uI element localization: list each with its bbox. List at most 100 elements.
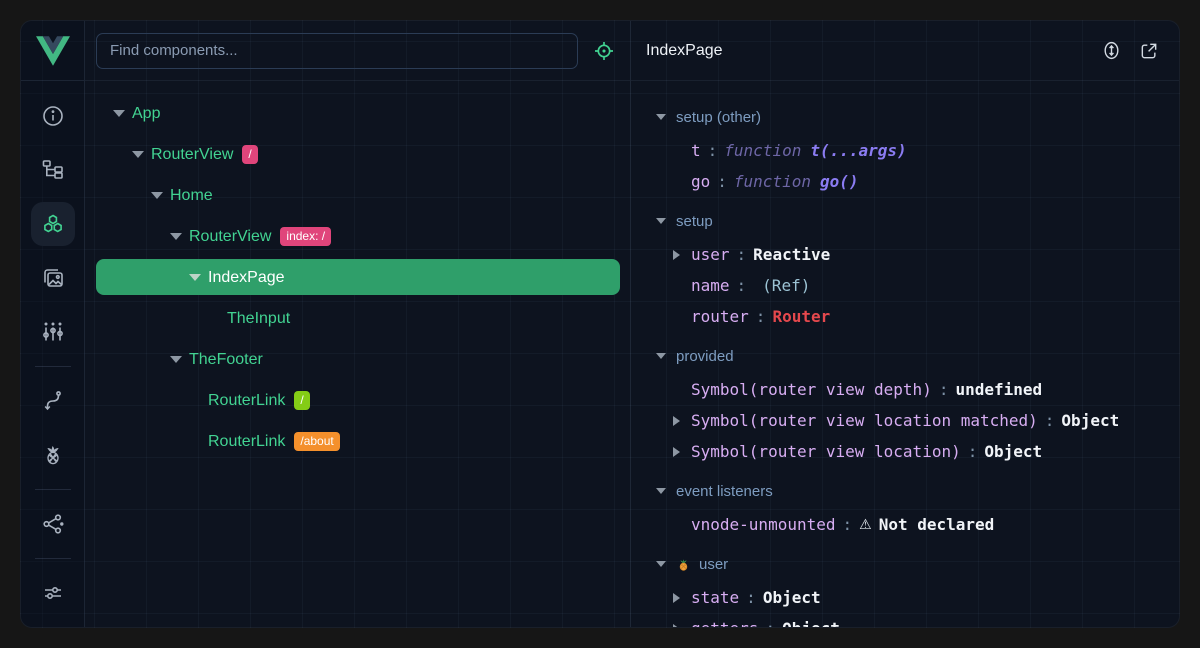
- open-in-editor-icon[interactable]: [1138, 40, 1160, 62]
- tree-node-home[interactable]: Home: [85, 175, 630, 216]
- pinia-icon[interactable]: [31, 433, 75, 477]
- prop-value: Object: [782, 619, 840, 627]
- expand-arrow-icon[interactable]: [673, 593, 680, 603]
- prop-key: t: [691, 141, 701, 160]
- expander[interactable]: [673, 447, 691, 457]
- collapse-arrow-icon[interactable]: [132, 151, 144, 158]
- graph-icon[interactable]: [31, 502, 75, 546]
- prop-value: (Ref): [762, 276, 810, 295]
- route-badge: /: [242, 145, 257, 164]
- state-rows: setup (other) t : function t(...args) go…: [631, 81, 1179, 627]
- tree-node-routerlink-root[interactable]: RouterLink /: [85, 380, 630, 421]
- inspector-header: IndexPage: [631, 21, 1179, 81]
- prop-value: Object: [984, 442, 1042, 461]
- collapse-arrow-icon[interactable]: [656, 488, 666, 494]
- tree-node-label: Home: [170, 187, 213, 205]
- tree-node-thefooter[interactable]: TheFooter: [85, 339, 630, 380]
- expander[interactable]: [673, 250, 691, 260]
- prop-row-state[interactable]: state : Object: [631, 582, 1179, 613]
- colon: :: [717, 172, 727, 191]
- info-icon[interactable]: [31, 94, 75, 138]
- prop-key: router: [691, 307, 749, 326]
- vue-logo: [21, 21, 84, 81]
- expand-arrow-icon[interactable]: [673, 416, 680, 426]
- section-label: user: [699, 556, 728, 573]
- function-signature: go(): [820, 172, 859, 191]
- prop-value: Not declared: [879, 515, 995, 534]
- colon: :: [939, 380, 949, 399]
- prop-row-go: go : function go(): [631, 166, 1179, 197]
- sidebar-divider: [35, 366, 71, 367]
- search-input[interactable]: [96, 33, 578, 69]
- scroll-to-component-icon[interactable]: [1100, 40, 1122, 62]
- route-badge: index: /: [280, 227, 331, 246]
- prop-row-getters[interactable]: getters : Object: [631, 613, 1179, 627]
- collapse-arrow-icon[interactable]: [656, 561, 666, 567]
- tree-node-routerlink-about[interactable]: RouterLink /about: [85, 421, 630, 462]
- prop-value: Object: [1061, 411, 1119, 430]
- tree-node-label: TheFooter: [189, 351, 263, 369]
- colon: :: [843, 515, 853, 534]
- prop-row-user[interactable]: user : Reactive: [631, 239, 1179, 270]
- tree-node-label: TheInput: [227, 310, 290, 328]
- tree-node-label: RouterLink: [208, 433, 285, 451]
- expander[interactable]: [673, 593, 691, 603]
- section-setup-other[interactable]: setup (other): [631, 99, 1179, 135]
- prop-row-symbol-location-matched[interactable]: Symbol(router view location matched) : O…: [631, 405, 1179, 436]
- expander[interactable]: [673, 416, 691, 426]
- prop-row-symbol-location[interactable]: Symbol(router view location) : Object: [631, 436, 1179, 467]
- timeline-icon[interactable]: [31, 310, 75, 354]
- section-pinia-user[interactable]: user: [631, 546, 1179, 582]
- search-row: [85, 21, 630, 81]
- section-event-listeners[interactable]: event listeners: [631, 473, 1179, 509]
- section-label: provided: [676, 348, 734, 365]
- prop-row-router: router : Router: [631, 301, 1179, 332]
- prop-row-vnode-unmounted: vnode-unmounted : ⚠ Not declared: [631, 509, 1179, 540]
- select-component-in-page-icon[interactable]: [592, 39, 616, 63]
- collapse-arrow-icon[interactable]: [656, 353, 666, 359]
- prop-key: getters: [691, 619, 758, 627]
- router-icon[interactable]: [31, 379, 75, 423]
- tree-node-app[interactable]: App: [85, 93, 630, 134]
- colon: :: [756, 307, 766, 326]
- prop-key: Symbol(router view depth): [691, 380, 932, 399]
- settings-icon[interactable]: [31, 571, 75, 615]
- collapse-arrow-icon[interactable]: [170, 356, 182, 363]
- collapse-arrow-icon[interactable]: [170, 233, 182, 240]
- expand-arrow-icon[interactable]: [673, 624, 680, 628]
- components-hexagons-icon[interactable]: [31, 202, 75, 246]
- vue-devtools-window: App RouterView / Home RouterView index: …: [20, 20, 1180, 628]
- tree-node-theinput[interactable]: TheInput: [85, 298, 630, 339]
- sidebar: [21, 21, 85, 627]
- sidebar-divider: [35, 489, 71, 490]
- component-tree-icon[interactable]: [31, 148, 75, 192]
- prop-row-name: name : (Ref): [631, 270, 1179, 301]
- section-setup[interactable]: setup: [631, 203, 1179, 239]
- tree-node-label: RouterView: [151, 146, 233, 164]
- colon: :: [708, 141, 718, 160]
- colon: :: [1045, 411, 1055, 430]
- expand-arrow-icon[interactable]: [673, 447, 680, 457]
- prop-key: go: [691, 172, 710, 191]
- tree-node-indexpage-selected[interactable]: IndexPage: [85, 257, 630, 298]
- pinia-store-icon: [676, 557, 691, 572]
- collapse-arrow-icon[interactable]: [151, 192, 163, 199]
- assets-icon[interactable]: [31, 256, 75, 300]
- collapse-arrow-icon[interactable]: [656, 114, 666, 120]
- tree-node-label: RouterView: [189, 228, 271, 246]
- selected-component-title: IndexPage: [646, 42, 1084, 60]
- collapse-arrow-icon[interactable]: [113, 110, 125, 117]
- tree-node-routerview[interactable]: RouterView /: [85, 134, 630, 175]
- prop-key: Symbol(router view location matched): [691, 411, 1038, 430]
- tree-node-routerview-index[interactable]: RouterView index: /: [85, 216, 630, 257]
- prop-key: state: [691, 588, 739, 607]
- colon: :: [968, 442, 978, 461]
- expand-arrow-icon[interactable]: [673, 250, 680, 260]
- collapse-arrow-icon[interactable]: [189, 274, 201, 281]
- prop-key: vnode-unmounted: [691, 515, 836, 534]
- collapse-arrow-icon[interactable]: [656, 218, 666, 224]
- prop-value: undefined: [955, 380, 1042, 399]
- components-panel: App RouterView / Home RouterView index: …: [85, 21, 631, 627]
- expander[interactable]: [673, 624, 691, 628]
- section-provided[interactable]: provided: [631, 338, 1179, 374]
